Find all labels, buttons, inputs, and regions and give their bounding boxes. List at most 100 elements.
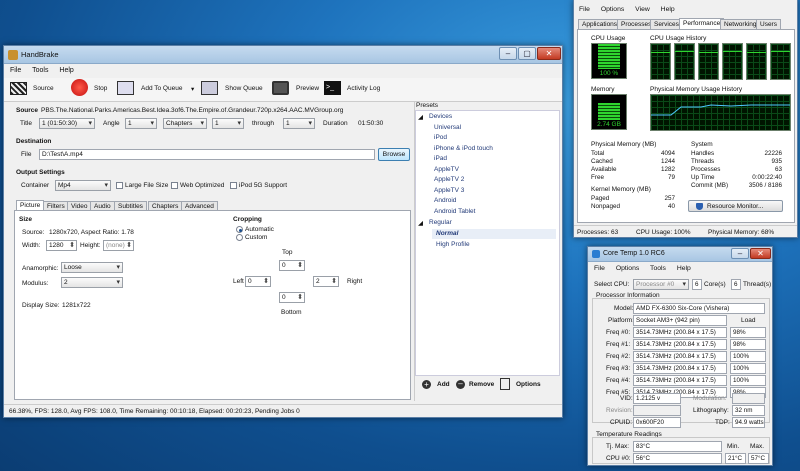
tree-collapse-icon[interactable]: ◢ [418, 219, 423, 227]
load-label: Load [741, 317, 756, 324]
coretemp-menubar: File Options Tools Help [594, 265, 700, 272]
tjmax-value: 83°C [633, 441, 722, 452]
minimize-button[interactable]: – [499, 47, 517, 60]
stat-label: Processes [691, 166, 721, 173]
menu-file[interactable]: File [579, 6, 590, 13]
large-file-checkbox[interactable] [116, 182, 123, 189]
maximize-button[interactable]: ▢ [518, 47, 536, 60]
title-label: Title [20, 120, 33, 127]
angle-dropdown[interactable]: 1 [125, 118, 157, 129]
tab-performance[interactable]: Performance [679, 18, 725, 29]
regular-group[interactable]: Regular [429, 219, 452, 226]
stat-value: 22226 [764, 150, 782, 157]
presets-tree[interactable]: ◢ Devices Universal iPod iPhone & iPod t… [415, 110, 560, 376]
close-button[interactable]: ✕ [750, 248, 771, 259]
select-cpu-dropdown[interactable]: Processor #0 [633, 279, 689, 290]
menu-options[interactable]: Options [616, 265, 639, 272]
picture-source-label: Source: [22, 229, 45, 236]
chevron-down-icon[interactable]: ▾ [191, 85, 194, 93]
menu-tools[interactable]: Tools [32, 67, 48, 74]
core-history-graph [650, 43, 671, 80]
preset-item[interactable]: AppleTV [434, 166, 459, 173]
handbrake-app-icon [8, 50, 18, 60]
crop-right-stepper[interactable]: 2 [313, 276, 339, 287]
crop-automatic-radio[interactable] [236, 226, 243, 233]
menu-file[interactable]: File [10, 67, 21, 74]
menu-view[interactable]: View [635, 6, 650, 13]
freq-label: Freq #4: [606, 377, 631, 384]
menu-file[interactable]: File [594, 265, 605, 272]
preset-item[interactable]: High Profile [436, 241, 470, 248]
vid-label: VID: [620, 395, 633, 402]
devices-group[interactable]: Devices [429, 113, 452, 120]
core-temp-window[interactable]: Core Temp 1.0 RC6 – ✕ File Options Tools… [587, 246, 773, 466]
resource-monitor-button[interactable]: Resource Monitor... [688, 200, 783, 212]
destination-file-input[interactable]: D:\Test\A.mp4 [39, 149, 375, 160]
status-processes: Processes: 63 [577, 229, 619, 236]
menu-help[interactable]: Help [661, 6, 675, 13]
cpu0-temp-label: CPU #0: [606, 455, 631, 462]
preset-item[interactable]: Android [434, 197, 456, 204]
range-start-dropdown[interactable]: 1 [212, 118, 244, 129]
menu-help[interactable]: Help [59, 67, 73, 74]
freq-table: Freq #0: 3514.73MHz (200.84 x 17.5) 98% … [592, 327, 770, 398]
stat-value: 3506 / 8186 [748, 182, 782, 189]
stat-label: Up Time [691, 174, 715, 181]
revision-value [633, 405, 681, 416]
memory-history-graph [650, 94, 791, 131]
crop-left-stepper[interactable]: 0 [245, 276, 271, 287]
range-mode-dropdown[interactable]: Chapters [163, 118, 207, 129]
cropping-label: Cropping [233, 216, 262, 223]
ipod-checkbox[interactable] [230, 182, 237, 189]
tab-networking[interactable]: Networking [720, 19, 761, 29]
title-dropdown[interactable]: 1 (01:50:30) [39, 118, 95, 129]
range-end-dropdown[interactable]: 1 [283, 118, 315, 129]
container-dropdown[interactable]: Mp4 [55, 180, 111, 191]
tv-icon [272, 81, 289, 95]
show-queue-label: Show Queue [225, 85, 263, 92]
height-stepper[interactable]: (none) [103, 240, 134, 251]
preset-item[interactable]: iPad [434, 155, 447, 162]
activity-log-label: Activity Log [347, 85, 381, 92]
freq-label: Freq #3: [606, 365, 631, 372]
preset-item[interactable]: Universal [434, 124, 461, 131]
menu-options[interactable]: Options [601, 6, 624, 13]
tab-users[interactable]: Users [756, 19, 781, 29]
handbrake-window[interactable]: HandBrake – ▢ ✕ File Tools Help Source S… [3, 45, 563, 418]
preset-item[interactable]: AppleTV 3 [434, 187, 464, 194]
platform-value: Socket AM3+ (942 pin) [633, 315, 727, 326]
memory-label: Memory [591, 86, 615, 93]
anamorphic-dropdown[interactable]: Loose [61, 262, 123, 273]
preset-item[interactable]: Android Tablet [434, 208, 475, 215]
crop-bottom-stepper[interactable]: 0 [279, 292, 305, 303]
width-stepper[interactable]: 1280 [46, 240, 77, 251]
task-manager-window[interactable]: File Options View Help Applications Proc… [573, 0, 798, 238]
load-value: 98% [730, 339, 766, 350]
tree-collapse-icon[interactable]: ◢ [418, 113, 423, 121]
platform-label: Platform: [608, 317, 635, 324]
crop-custom-radio[interactable] [236, 234, 243, 241]
web-optimized-checkbox[interactable] [171, 182, 178, 189]
modulus-dropdown[interactable]: 2 [61, 277, 123, 288]
handbrake-titlebar[interactable]: HandBrake – ▢ ✕ [4, 46, 562, 64]
coretemp-titlebar[interactable]: Core Temp 1.0 RC6 – ✕ [588, 247, 772, 262]
preset-item[interactable]: iPod [434, 134, 447, 141]
core-history-graph [746, 43, 767, 80]
through-label: through [252, 120, 275, 127]
tab-services[interactable]: Services [650, 19, 683, 29]
remove-icon: – [456, 380, 465, 389]
size-label: Size [19, 216, 33, 223]
crop-top-stepper[interactable]: 0 [279, 260, 305, 271]
preset-item[interactable]: iPhone & iPod touch [434, 145, 493, 152]
terminal-icon: >_ [324, 81, 341, 95]
tab-applications[interactable]: Applications [578, 19, 622, 29]
browse-button[interactable]: Browse [378, 148, 410, 161]
resource-monitor-label: Resource Monitor... [707, 203, 764, 210]
minimize-button[interactable]: – [731, 248, 749, 259]
menu-help[interactable]: Help [677, 265, 691, 272]
load-value: 100% [730, 363, 766, 374]
preset-item[interactable]: AppleTV 2 [434, 176, 464, 183]
menu-tools[interactable]: Tools [650, 265, 666, 272]
close-button[interactable]: ✕ [537, 47, 561, 60]
preset-item-selected[interactable]: Normal [436, 230, 458, 237]
